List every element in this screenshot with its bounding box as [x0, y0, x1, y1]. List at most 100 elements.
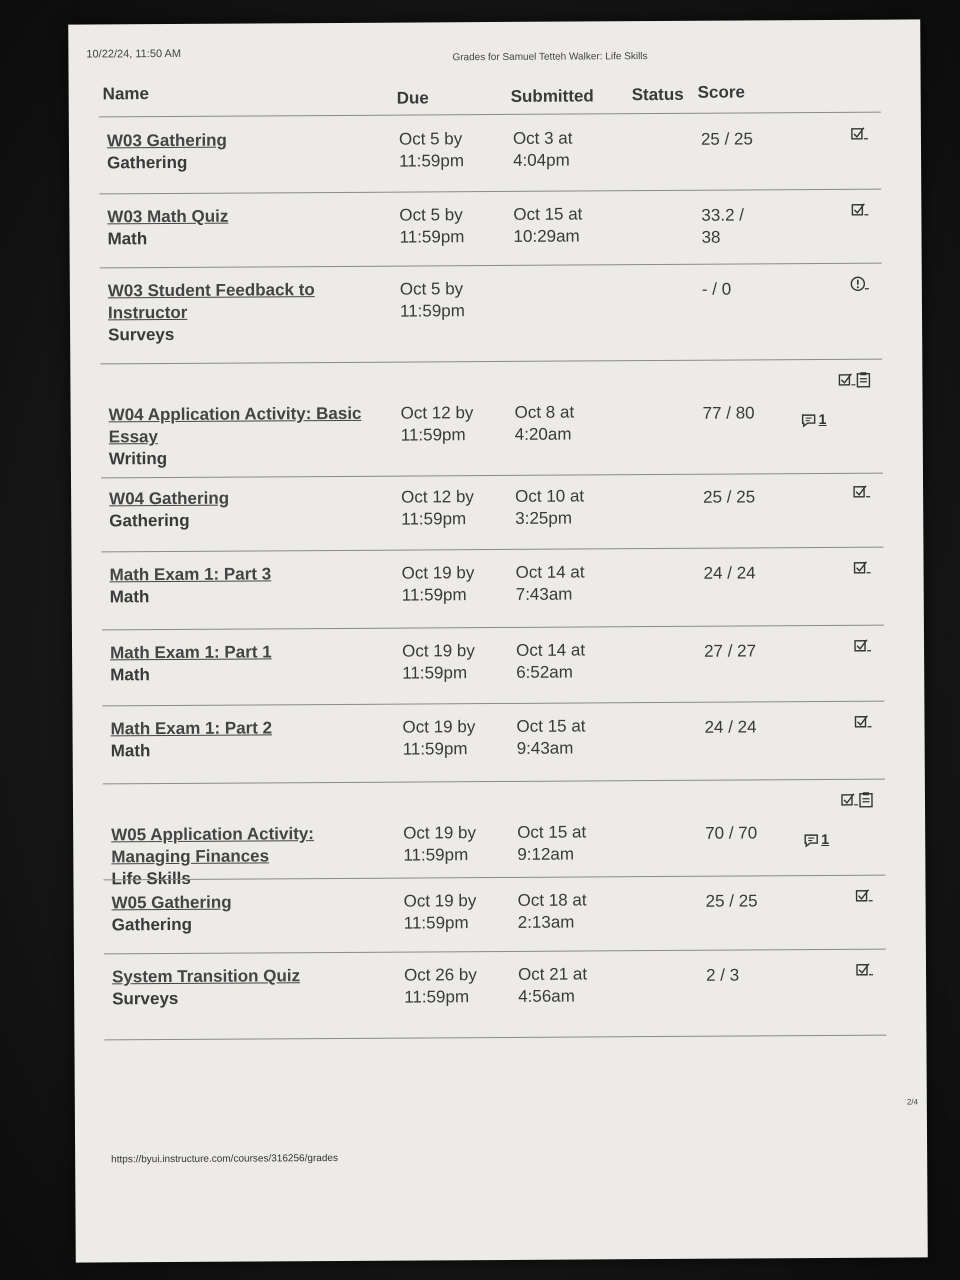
score: 77 / 80: [703, 402, 773, 424]
comment-icon[interactable]: [801, 409, 819, 431]
assignment-cell: Math Exam 1: Part 3 Math: [110, 563, 380, 609]
assignment-link[interactable]: W03 Student Feedback to Instructor: [108, 279, 378, 325]
assignment-category: Gathering: [111, 914, 193, 935]
submitted-date: Oct 14 at 7:43am: [516, 561, 616, 606]
rubric-check-icon[interactable]: [838, 368, 856, 390]
due-date: Oct 5 by 11:59pm: [399, 204, 499, 249]
row-divider: [99, 188, 882, 195]
table-row: W03 Student Feedback to Instructor Surveys…: [100, 270, 883, 365]
due-date-line: Oct 26 by: [403, 965, 477, 985]
row-icons: [804, 956, 874, 980]
comment-icon[interactable]: [803, 829, 821, 851]
due-date: Oct 12 by 11:59pm: [401, 486, 501, 531]
assignment-title-line: Math Exam 1: Part 3: [109, 564, 272, 585]
header-divider: [98, 111, 881, 118]
rubric-check-icon[interactable]: [853, 556, 871, 578]
table-row: W05 Gathering Gathering Oct 19 by 11:59pm Oc…: [103, 882, 886, 955]
assignment-category: Math: [110, 665, 150, 685]
due-date: Oct 12 by 11:59pm: [401, 402, 501, 447]
assignment-link[interactable]: W04 Gathering: [109, 487, 379, 511]
column-header-submitted: Submitted: [510, 86, 594, 106]
assignment-link[interactable]: System Transition Quiz: [112, 965, 382, 989]
score: 24 / 24: [704, 562, 774, 584]
rubric-check-icon[interactable]: [851, 122, 869, 144]
submitted-date: Oct 3 at 4:04pm: [513, 127, 613, 172]
row-divider: [101, 546, 884, 553]
submitted-date-line: 9:43am: [516, 738, 574, 758]
assignment-category: Surveys: [112, 988, 179, 1009]
submitted-date-line: [514, 277, 614, 278]
submitted-date-line: 4:56am: [518, 986, 575, 1006]
comment-count[interactable]: 1: [821, 831, 829, 847]
submitted-date-line: [514, 277, 614, 278]
table-row: W03 Math Quiz Math Oct 5 by 11:59pm Oct 15 a…: [99, 196, 882, 269]
assignment-title-line: W04 Gathering: [109, 488, 230, 509]
score-line: - / 0: [701, 279, 732, 299]
assignment-title-line: W05 Gathering: [111, 892, 232, 913]
submitted-date: Oct 8 at 4:20am: [515, 401, 615, 446]
score: 25 / 25: [701, 128, 771, 150]
due-date-line: Oct 5 by: [399, 205, 463, 225]
assignment-cell: System Transition Quiz Surveys: [112, 965, 382, 1011]
clipboard-icon[interactable]: [856, 368, 871, 390]
table-row: Math Exam 1: Part 2 Math Oct 19 by 11:59pm O…: [102, 708, 885, 785]
score-line: 38: [701, 227, 721, 247]
assignment-cell: Math Exam 1: Part 1 Math: [110, 641, 380, 687]
table-row: W04 Application Activity: Basic Essay Writ…: [100, 366, 883, 479]
due-date-line: 11:59pm: [402, 739, 468, 759]
due-date-line: 11:59pm: [399, 301, 465, 321]
assignment-title-line: Essay: [108, 427, 158, 447]
due-date-line: 11:59pm: [403, 845, 469, 865]
table-row: Math Exam 1: Part 1 Math Oct 19 by 11:59pm O…: [102, 632, 885, 707]
assignment-link[interactable]: W05 Gathering: [112, 891, 382, 915]
score-line: 33.2 /: [701, 205, 745, 225]
assignment-cell: W04 Gathering Gathering: [109, 487, 379, 533]
score: 70 / 70: [705, 822, 775, 844]
row-divider: [103, 948, 886, 955]
due-date-line: Oct 19 by: [403, 823, 476, 843]
rubric-check-icon[interactable]: [855, 884, 873, 906]
rubric-check-icon[interactable]: [854, 710, 872, 732]
assignment-link[interactable]: W04 Application Activity: Basic Essay: [109, 403, 379, 449]
score: 25 / 25: [706, 890, 776, 912]
score: 24 / 24: [704, 716, 774, 738]
table-row: W04 Gathering Gathering Oct 12 by 11:59pm Oc…: [101, 478, 884, 553]
comment-count[interactable]: 1: [819, 411, 827, 427]
submitted-date-line: 3:25pm: [515, 508, 573, 528]
assignment-title-line: W03 Math Quiz: [107, 206, 229, 227]
column-header-status: Status: [631, 84, 684, 105]
assignment-title-line: Instructor: [107, 302, 188, 323]
due-date: Oct 19 by 11:59pm: [402, 562, 502, 607]
rubric-check-icon[interactable]: [854, 634, 872, 656]
rubric-check-icon[interactable]: [856, 958, 874, 980]
submitted-date-line: Oct 18 at: [517, 890, 587, 910]
due-date-line: 11:59pm: [402, 663, 468, 683]
page-url: https://byui.instructure.com/courses/316…: [111, 1152, 338, 1166]
assignment-cell: W05 Gathering Gathering: [112, 891, 382, 937]
score: 33.2 /38: [701, 204, 771, 248]
page-number: 2/4: [906, 1097, 918, 1107]
assignment-category: Math: [110, 741, 151, 761]
assignment-link[interactable]: Math Exam 1: Part 1: [110, 641, 380, 665]
submitted-date: Oct 10 at 3:25pm: [515, 485, 615, 530]
rubric-check-icon[interactable]: [853, 480, 871, 502]
assignment-link[interactable]: Math Exam 1: Part 2: [110, 717, 380, 741]
submitted-date-line: 7:43am: [515, 584, 573, 604]
assignment-link[interactable]: W05 Application Activity: Managing Financ…: [111, 823, 381, 869]
due-date: Oct 19 by 11:59pm: [403, 822, 503, 867]
submitted-date: [514, 277, 614, 278]
submitted-date: Oct 15 at 9:12am: [517, 821, 617, 866]
alert-circle-icon[interactable]: [850, 272, 870, 294]
rubric-check-icon[interactable]: [851, 198, 869, 220]
rubric-check-icon[interactable]: [841, 788, 859, 810]
submitted-date: Oct 21 at 4:56am: [518, 963, 618, 1008]
assignment-link[interactable]: W03 Gathering: [107, 129, 377, 153]
submitted-date-line: Oct 14 at: [515, 562, 585, 582]
assignment-link[interactable]: W03 Math Quiz: [107, 205, 377, 229]
clipboard-icon[interactable]: [859, 788, 873, 810]
due-date: Oct 19 by 11:59pm: [402, 640, 502, 685]
column-header-due: Due: [396, 88, 429, 108]
assignment-link[interactable]: Math Exam 1: Part 3: [110, 563, 380, 587]
row-divider: [101, 624, 884, 631]
row-icons: 1: [800, 366, 871, 431]
